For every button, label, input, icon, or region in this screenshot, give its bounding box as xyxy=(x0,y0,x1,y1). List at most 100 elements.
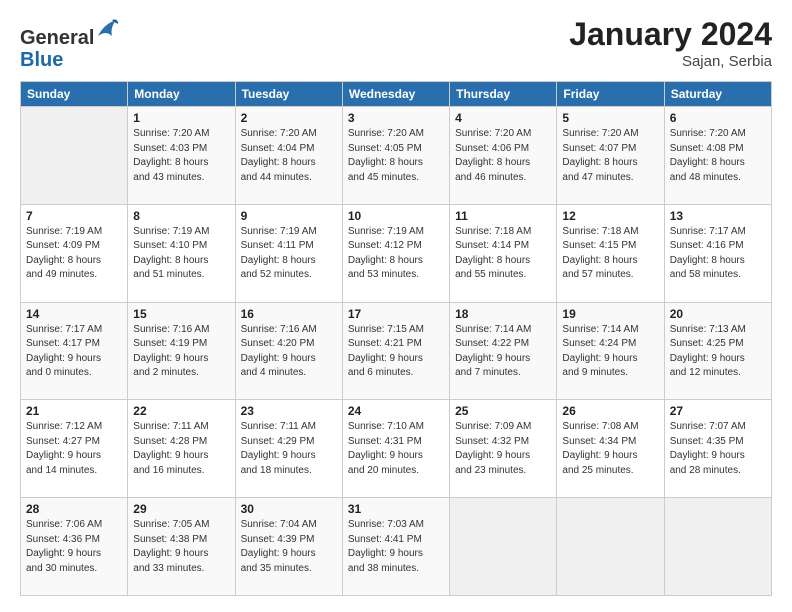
day-info: Sunrise: 7:04 AM Sunset: 4:39 PM Dayligh… xyxy=(241,518,337,576)
day-info: Sunrise: 7:06 AM Sunset: 4:36 PM Dayligh… xyxy=(26,518,122,576)
day-number: 11 xyxy=(455,209,551,223)
title-block: January 2024 Sajan, Serbia xyxy=(569,16,772,70)
day-info: Sunrise: 7:11 AM Sunset: 4:28 PM Dayligh… xyxy=(133,420,229,478)
day-info: Sunrise: 7:15 AM Sunset: 4:21 PM Dayligh… xyxy=(348,323,444,381)
day-info: Sunrise: 7:08 AM Sunset: 4:34 PM Dayligh… xyxy=(562,420,658,478)
calendar-cell: 21 Sunrise: 7:12 AM Sunset: 4:27 PM Dayli… xyxy=(21,400,128,498)
calendar-header-friday: Friday xyxy=(557,82,664,107)
day-number: 10 xyxy=(348,209,444,223)
calendar-cell: 2 Sunrise: 7:20 AM Sunset: 4:04 PM Daylig… xyxy=(235,107,342,205)
day-info: Sunrise: 7:20 AM Sunset: 4:08 PM Dayligh… xyxy=(670,127,766,185)
day-number: 8 xyxy=(133,209,229,223)
day-number: 30 xyxy=(241,502,337,516)
day-number: 13 xyxy=(670,209,766,223)
calendar-cell: 9Sunrise: 7:19 AM Sunset: 4:11 PM Daylig… xyxy=(235,204,342,302)
day-info: Sunrise: 7:19 AM Sunset: 4:11 PM Dayligh… xyxy=(241,225,337,283)
day-number: 3 xyxy=(348,111,444,125)
calendar-cell: 4 Sunrise: 7:20 AM Sunset: 4:06 PM Daylig… xyxy=(450,107,557,205)
day-number: 31 xyxy=(348,502,444,516)
day-info: Sunrise: 7:14 AM Sunset: 4:24 PM Dayligh… xyxy=(562,323,658,381)
day-number: 25 xyxy=(455,404,551,418)
day-number: 6 xyxy=(670,111,766,125)
calendar-header-thursday: Thursday xyxy=(450,82,557,107)
day-info: Sunrise: 7:17 AM Sunset: 4:16 PM Dayligh… xyxy=(670,225,766,283)
calendar-cell: 23 Sunrise: 7:11 AM Sunset: 4:29 PM Dayli… xyxy=(235,400,342,498)
day-info: Sunrise: 7:19 AM Sunset: 4:10 PM Dayligh… xyxy=(133,225,229,283)
calendar-header-wednesday: Wednesday xyxy=(342,82,449,107)
calendar-cell: 10 Sunrise: 7:19 AM Sunset: 4:12 PM Dayli… xyxy=(342,204,449,302)
day-number: 5 xyxy=(562,111,658,125)
day-info: Sunrise: 7:20 AM Sunset: 4:04 PM Dayligh… xyxy=(241,127,337,185)
calendar-cell: 16Sunrise: 7:16 AM Sunset: 4:20 PM Dayli… xyxy=(235,302,342,400)
day-number: 29 xyxy=(133,502,229,516)
calendar-cell: 5 Sunrise: 7:20 AM Sunset: 4:07 PM Daylig… xyxy=(557,107,664,205)
calendar-cell: 29 Sunrise: 7:05 AM Sunset: 4:38 PM Dayli… xyxy=(128,498,235,596)
calendar-cell: 27 Sunrise: 7:07 AM Sunset: 4:35 PM Dayli… xyxy=(664,400,771,498)
day-number: 15 xyxy=(133,307,229,321)
calendar-cell: 24 Sunrise: 7:10 AM Sunset: 4:31 PM Dayli… xyxy=(342,400,449,498)
calendar-cell: 8 Sunrise: 7:19 AM Sunset: 4:10 PM Daylig… xyxy=(128,204,235,302)
day-number: 24 xyxy=(348,404,444,418)
calendar-cell: 13 Sunrise: 7:17 AM Sunset: 4:16 PM Dayli… xyxy=(664,204,771,302)
day-number: 23 xyxy=(241,404,337,418)
day-info: Sunrise: 7:09 AM Sunset: 4:32 PM Dayligh… xyxy=(455,420,551,478)
day-info: Sunrise: 7:13 AM Sunset: 4:25 PM Dayligh… xyxy=(670,323,766,381)
page: General Blue January 2024 Sajan, Serbia … xyxy=(0,0,792,612)
calendar-cell xyxy=(450,498,557,596)
day-info: Sunrise: 7:05 AM Sunset: 4:38 PM Dayligh… xyxy=(133,518,229,576)
calendar-cell: 26 Sunrise: 7:08 AM Sunset: 4:34 PM Dayli… xyxy=(557,400,664,498)
day-number: 4 xyxy=(455,111,551,125)
logo-text: General Blue xyxy=(20,16,120,71)
day-number: 17 xyxy=(348,307,444,321)
day-number: 14 xyxy=(26,307,122,321)
month-year: January 2024 xyxy=(569,16,772,53)
day-info: Sunrise: 7:10 AM Sunset: 4:31 PM Dayligh… xyxy=(348,420,444,478)
calendar-header-tuesday: Tuesday xyxy=(235,82,342,107)
calendar-cell xyxy=(557,498,664,596)
calendar-cell: 25 Sunrise: 7:09 AM Sunset: 4:32 PM Dayli… xyxy=(450,400,557,498)
day-number: 1 xyxy=(133,111,229,125)
calendar-week-2: 7Sunrise: 7:19 AM Sunset: 4:09 PM Daylig… xyxy=(21,204,772,302)
calendar-header-row: SundayMondayTuesdayWednesdayThursdayFrid… xyxy=(21,82,772,107)
day-info: Sunrise: 7:07 AM Sunset: 4:35 PM Dayligh… xyxy=(670,420,766,478)
day-number: 27 xyxy=(670,404,766,418)
calendar-cell: 22 Sunrise: 7:11 AM Sunset: 4:28 PM Dayli… xyxy=(128,400,235,498)
calendar-cell: 6 Sunrise: 7:20 AM Sunset: 4:08 PM Daylig… xyxy=(664,107,771,205)
day-info: Sunrise: 7:14 AM Sunset: 4:22 PM Dayligh… xyxy=(455,323,551,381)
day-info: Sunrise: 7:18 AM Sunset: 4:14 PM Dayligh… xyxy=(455,225,551,283)
day-number: 26 xyxy=(562,404,658,418)
day-number: 22 xyxy=(133,404,229,418)
day-info: Sunrise: 7:16 AM Sunset: 4:20 PM Dayligh… xyxy=(241,323,337,381)
calendar-cell: 17 Sunrise: 7:15 AM Sunset: 4:21 PM Dayli… xyxy=(342,302,449,400)
day-info: Sunrise: 7:18 AM Sunset: 4:15 PM Dayligh… xyxy=(562,225,658,283)
day-info: Sunrise: 7:19 AM Sunset: 4:12 PM Dayligh… xyxy=(348,225,444,283)
day-info: Sunrise: 7:20 AM Sunset: 4:06 PM Dayligh… xyxy=(455,127,551,185)
day-number: 18 xyxy=(455,307,551,321)
calendar-cell: 11 Sunrise: 7:18 AM Sunset: 4:14 PM Dayli… xyxy=(450,204,557,302)
day-number: 28 xyxy=(26,502,122,516)
calendar-cell xyxy=(664,498,771,596)
calendar-header-sunday: Sunday xyxy=(21,82,128,107)
calendar-header-monday: Monday xyxy=(128,82,235,107)
calendar-table: SundayMondayTuesdayWednesdayThursdayFrid… xyxy=(20,81,772,596)
day-info: Sunrise: 7:03 AM Sunset: 4:41 PM Dayligh… xyxy=(348,518,444,576)
calendar-cell: 15 Sunrise: 7:16 AM Sunset: 4:19 PM Dayli… xyxy=(128,302,235,400)
calendar-header-saturday: Saturday xyxy=(664,82,771,107)
calendar-week-3: 14Sunrise: 7:17 AM Sunset: 4:17 PM Dayli… xyxy=(21,302,772,400)
calendar-cell: 3 Sunrise: 7:20 AM Sunset: 4:05 PM Daylig… xyxy=(342,107,449,205)
day-number: 20 xyxy=(670,307,766,321)
day-info: Sunrise: 7:20 AM Sunset: 4:03 PM Dayligh… xyxy=(133,127,229,185)
day-info: Sunrise: 7:20 AM Sunset: 4:05 PM Dayligh… xyxy=(348,127,444,185)
calendar-cell xyxy=(21,107,128,205)
day-info: Sunrise: 7:12 AM Sunset: 4:27 PM Dayligh… xyxy=(26,420,122,478)
day-info: Sunrise: 7:19 AM Sunset: 4:09 PM Dayligh… xyxy=(26,225,122,283)
day-info: Sunrise: 7:20 AM Sunset: 4:07 PM Dayligh… xyxy=(562,127,658,185)
day-info: Sunrise: 7:16 AM Sunset: 4:19 PM Dayligh… xyxy=(133,323,229,381)
day-number: 2 xyxy=(241,111,337,125)
day-number: 21 xyxy=(26,404,122,418)
location: Sajan, Serbia xyxy=(569,53,772,70)
calendar-cell: 19Sunrise: 7:14 AM Sunset: 4:24 PM Dayli… xyxy=(557,302,664,400)
logo-bird-icon xyxy=(96,16,120,44)
day-info: Sunrise: 7:11 AM Sunset: 4:29 PM Dayligh… xyxy=(241,420,337,478)
logo: General Blue xyxy=(20,16,120,71)
